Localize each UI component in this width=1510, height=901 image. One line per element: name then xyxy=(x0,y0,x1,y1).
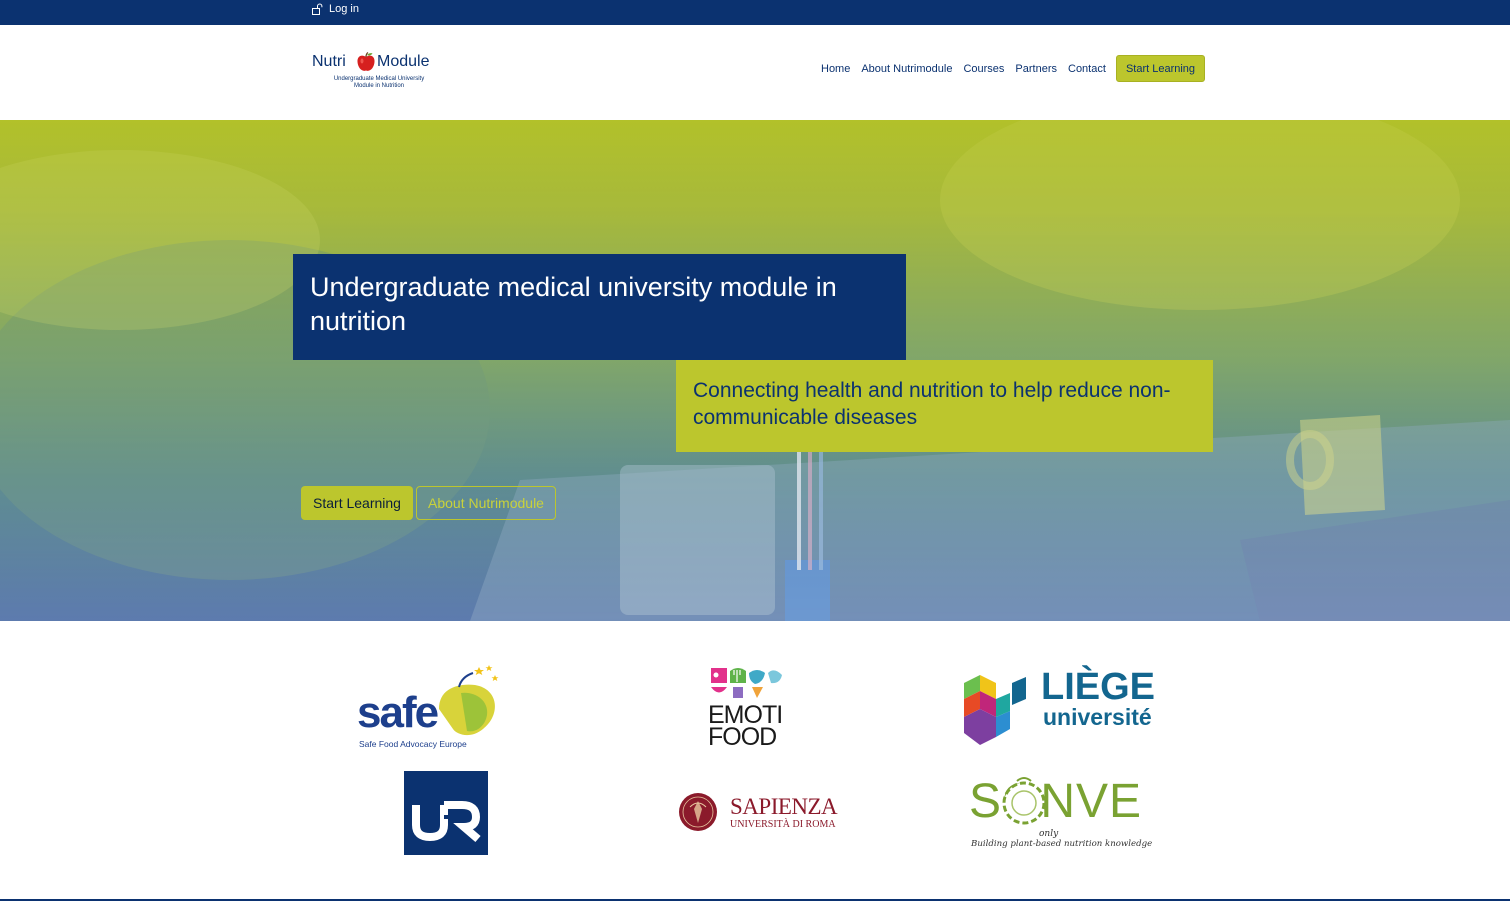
partner-logo-safe[interactable]: safe Safe Food Advocacy Europe xyxy=(357,663,502,749)
liege-line2: université xyxy=(1043,704,1152,730)
hero-subheadline-box: Connecting health and nutrition to help … xyxy=(676,360,1213,452)
liege-cube-mark xyxy=(964,675,1026,745)
hero-headline: Undergraduate medical university module … xyxy=(310,272,837,336)
hero-banner: Undergraduate medical university module … xyxy=(0,120,1510,621)
nav-about-nutrimodule[interactable]: About Nutrimodule xyxy=(861,63,952,75)
nav-start-learning-button[interactable]: Start Learning xyxy=(1116,55,1205,82)
hero-about-nutrimodule-button[interactable]: About Nutrimodule xyxy=(416,486,556,520)
login-link[interactable]: Log in xyxy=(311,3,359,15)
partner-logo-sonve[interactable]: SONVE only Building plant-based nutritio… xyxy=(968,775,1154,853)
liege-line1: LIÈGE xyxy=(1041,666,1156,708)
logo-tagline: Undergraduate Medical University Module … xyxy=(323,76,435,90)
hero-start-learning-button[interactable]: Start Learning xyxy=(301,486,413,520)
safe-logo-wordmark: safe xyxy=(357,688,439,737)
top-bar: Log in xyxy=(0,0,1510,25)
ur-logo-mark xyxy=(412,801,481,843)
sapienza-seal-icon xyxy=(679,793,717,831)
logo-word-nutri: Nutri xyxy=(312,53,346,70)
main-nav: Home About Nutrimodule Courses Partners … xyxy=(821,55,1205,82)
partner-logo-liege-universite[interactable]: LIÈGE université xyxy=(962,663,1157,749)
nav-home[interactable]: Home xyxy=(821,63,850,75)
sapienza-line2: UNIVERSITÀ DI ROMA xyxy=(730,819,836,830)
safe-logo-subtitle: Safe Food Advocacy Europe xyxy=(359,739,467,749)
hero-subheadline: Connecting health and nutrition to help … xyxy=(693,379,1171,429)
nutrimodule-logo[interactable]: Nutri Module Undergraduate Medical Unive… xyxy=(311,47,446,95)
sonve-vegetable-ring-icon xyxy=(1002,777,1046,825)
logo-tagline-line2: Module in Nutrition xyxy=(353,83,405,89)
nav-contact[interactable]: Contact xyxy=(1068,63,1106,75)
nav-courses[interactable]: Courses xyxy=(963,63,1004,75)
hero-headline-box: Undergraduate medical university module … xyxy=(293,254,906,360)
login-label: Log in xyxy=(329,3,359,15)
logo-tagline-line1: Undergraduate Medical University xyxy=(333,76,425,82)
sonve-wordmark: SONVE xyxy=(969,775,1143,828)
emotifood-line2: FOOD xyxy=(708,723,777,751)
nav-partners[interactable]: Partners xyxy=(1015,63,1057,75)
sapienza-line1: SAPIENZA xyxy=(730,794,838,819)
partner-logo-sapienza[interactable]: SAPIENZA UNIVERSITÀ DI ROMA xyxy=(678,789,838,837)
unlock-icon xyxy=(312,3,323,15)
site-header: Nutri Module Undergraduate Medical Unive… xyxy=(0,25,1510,120)
sonve-small-label: only xyxy=(1039,829,1059,839)
logo-word-module: Module xyxy=(377,53,430,70)
sonve-tagline: Building plant-based nutrition knowledge xyxy=(971,839,1153,849)
ur-logo-text: UR xyxy=(488,771,489,772)
apple-icon xyxy=(357,52,375,71)
emotifood-icons xyxy=(711,668,782,698)
partners-section: safe Safe Food Advocacy Europe EMOTI FOO… xyxy=(0,621,1510,901)
partner-logo-emotifood[interactable]: EMOTI FOOD xyxy=(708,665,788,751)
partner-logo-ur[interactable]: UR xyxy=(404,771,488,855)
